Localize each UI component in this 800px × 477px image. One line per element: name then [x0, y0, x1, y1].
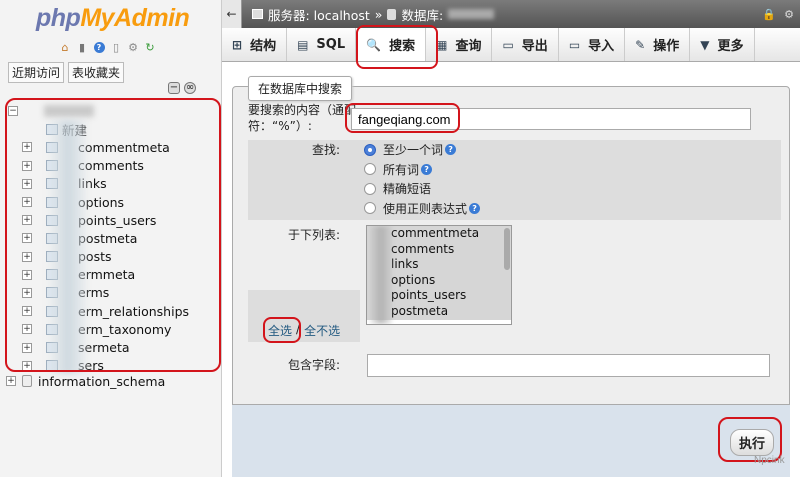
column-name-input[interactable]	[367, 354, 770, 377]
radio-button[interactable]	[364, 182, 376, 195]
tab-bar: ⊞ 结构 ▤ SQL 🔍 搜索 ▦ 查询 ▭ 导出 ▭ 导入 ✎ 操作 ▼ 更多	[222, 28, 800, 62]
refresh-icon[interactable]: ↻	[143, 40, 157, 54]
tab-label: 操作	[653, 39, 680, 54]
watermark: Npcink	[754, 455, 785, 466]
tab-sql[interactable]: ▤ SQL	[287, 28, 357, 61]
help-icon[interactable]: ?	[92, 40, 106, 54]
recent-button[interactable]: 近期访问	[8, 62, 65, 83]
database-icon	[22, 375, 32, 387]
breadcrumb-database[interactable]: 数据库:	[401, 5, 443, 24]
help-icon[interactable]: ?	[445, 144, 457, 156]
radio-label[interactable]: 至少一个词	[383, 141, 443, 158]
select-none-link[interactable]: 全不选	[304, 322, 340, 339]
highlight-box-term	[345, 103, 460, 133]
sql-icon: ▤	[297, 37, 309, 52]
import-icon: ▭	[568, 37, 581, 52]
database-icon	[387, 8, 397, 20]
database-icon[interactable]: ▮	[75, 40, 89, 54]
tab-export[interactable]: ▭ 导出	[492, 28, 559, 61]
structure-icon: ⊞	[232, 37, 243, 52]
lock-icon[interactable]: 🔒	[762, 8, 776, 21]
back-arrow-icon[interactable]: ←	[222, 0, 242, 28]
radio-button[interactable]	[364, 202, 376, 215]
form-footer: 执行 Npcink	[232, 404, 790, 477]
tab-label: 导入	[588, 39, 615, 54]
wrench-icon: ✎	[635, 37, 646, 52]
tab-label: 导出	[521, 39, 548, 54]
tab-operations[interactable]: ✎ 操作	[625, 28, 691, 61]
radio-button[interactable]	[364, 143, 376, 156]
radio-label[interactable]: 所有词	[383, 161, 419, 178]
fieldset-legend: 在数据库中搜索	[248, 76, 353, 101]
tab-more[interactable]: ▼ 更多	[690, 28, 755, 61]
find-row: 查找: 至少一个词? 所有词? 精确短语 使用正则表达式?	[248, 140, 781, 220]
tree-db-row-information-schema[interactable]: + information_schema	[6, 373, 165, 389]
tab-label: 更多	[717, 39, 744, 54]
help-icon[interactable]: ?	[421, 163, 433, 175]
scrollbar[interactable]	[504, 228, 510, 270]
link-icon[interactable]: ∞	[184, 82, 196, 94]
document-icon[interactable]: ▯	[109, 40, 123, 54]
tab-label: SQL	[316, 37, 346, 52]
search-type-option[interactable]: 所有词?	[364, 160, 480, 180]
tab-structure[interactable]: ⊞ 结构	[222, 28, 288, 61]
breadcrumb-server[interactable]: 服务器: localhost	[268, 5, 370, 24]
settings-icon[interactable]: ⚙	[784, 8, 794, 21]
tab-label: 查询	[455, 39, 482, 54]
breadcrumb-bar: ← 服务器: localhost » 数据库: 🔒 ⚙	[222, 0, 800, 28]
tab-label: 结构	[250, 39, 277, 54]
phpmyadmin-logo[interactable]: phpMyAdmin	[36, 4, 190, 33]
radio-label[interactable]: 使用正则表达式	[383, 200, 467, 217]
gear-icon[interactable]: ⚙	[126, 40, 140, 54]
search-type-option[interactable]: 使用正则表达式?	[364, 199, 481, 219]
favorites-button[interactable]: 表收藏夹	[68, 62, 125, 83]
home-icon[interactable]: ⌂	[58, 40, 72, 54]
export-icon: ▭	[502, 37, 514, 52]
dropdown-icon: ▼	[700, 37, 710, 52]
column-label: 包含字段:	[287, 358, 340, 372]
server-icon	[252, 9, 263, 19]
database-name-redacted	[448, 9, 495, 19]
breadcrumb-separator: »	[374, 6, 383, 22]
search-type-option[interactable]: 精确短语	[364, 179, 480, 199]
table-select-list[interactable]: commentmeta comments links options points_us…	[366, 225, 512, 325]
highlight-box-search-tab	[356, 25, 438, 69]
search-type-option[interactable]: 至少一个词?	[364, 140, 480, 160]
radio-label[interactable]: 精确短语	[383, 180, 431, 197]
tab-import[interactable]: ▭ 导入	[559, 28, 626, 61]
expand-icon[interactable]: +	[6, 376, 16, 386]
breadcrumb: 服务器: localhost » 数据库:	[252, 5, 495, 24]
find-label: 查找:	[311, 143, 340, 157]
nav-icon-bar: ⌂ ▮ ? ▯ ⚙ ↻	[58, 40, 157, 54]
help-icon[interactable]: ?	[469, 202, 481, 214]
radio-button[interactable]	[364, 163, 376, 176]
collapse-all-icon[interactable]: −	[168, 82, 180, 94]
highlight-box-tree	[5, 98, 221, 372]
highlight-box-select-all	[263, 317, 301, 343]
navigation-panel: phpMyAdmin ⌂ ▮ ? ▯ ⚙ ↻ 近期访问 表收藏夹 − ∞ − 新…	[0, 0, 222, 477]
search-term-label: 要搜索的内容（通配符：“%”）:	[248, 103, 357, 133]
tables-row: 于下列表:	[248, 220, 781, 290]
tables-label: 于下列表:	[287, 228, 340, 242]
redaction-blur	[370, 226, 392, 324]
